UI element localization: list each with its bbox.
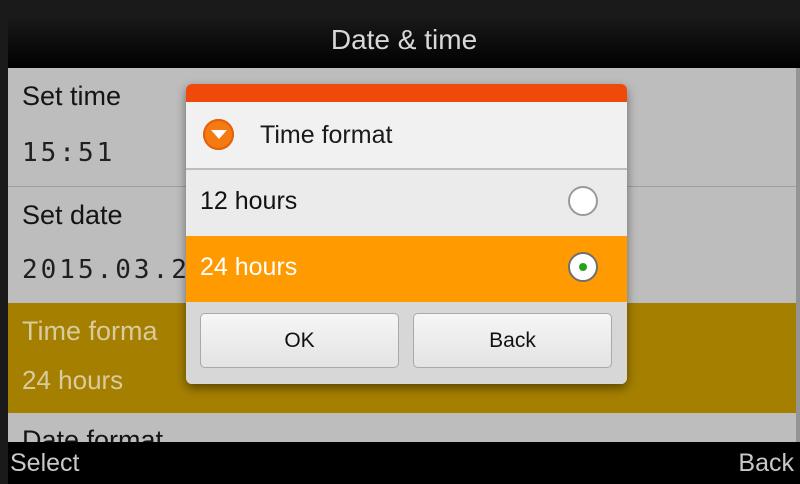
phone-screen: Date & time Set time 15:51 Set date 2015…	[8, 12, 800, 484]
dialog-button-row: OK Back	[186, 302, 627, 384]
back-button[interactable]: Back	[413, 313, 612, 368]
ok-button[interactable]: OK	[200, 313, 399, 368]
softkey-select[interactable]: Select	[10, 442, 79, 484]
option-label: 24 hours	[200, 253, 298, 281]
time-format-dialog: Time format 12 hours 24 hours OK Back	[186, 84, 627, 384]
softkey-bar: Select Back	[8, 442, 800, 484]
radio-dot-icon	[579, 263, 587, 271]
option-24-hours[interactable]: 24 hours	[186, 236, 627, 302]
title-bar: Date & time	[8, 12, 800, 68]
dialog-accent-bar	[186, 84, 627, 102]
page-title: Date & time	[330, 24, 478, 55]
softkey-back[interactable]: Back	[738, 442, 794, 484]
radio-button-unselected[interactable]	[568, 186, 598, 216]
chevron-down-circle-icon	[203, 119, 234, 150]
dialog-title: Time format	[260, 121, 393, 149]
option-12-hours[interactable]: 12 hours	[186, 170, 627, 236]
radio-button-selected[interactable]	[568, 252, 598, 282]
dialog-header: Time format	[186, 102, 627, 168]
option-label: 12 hours	[200, 187, 298, 215]
